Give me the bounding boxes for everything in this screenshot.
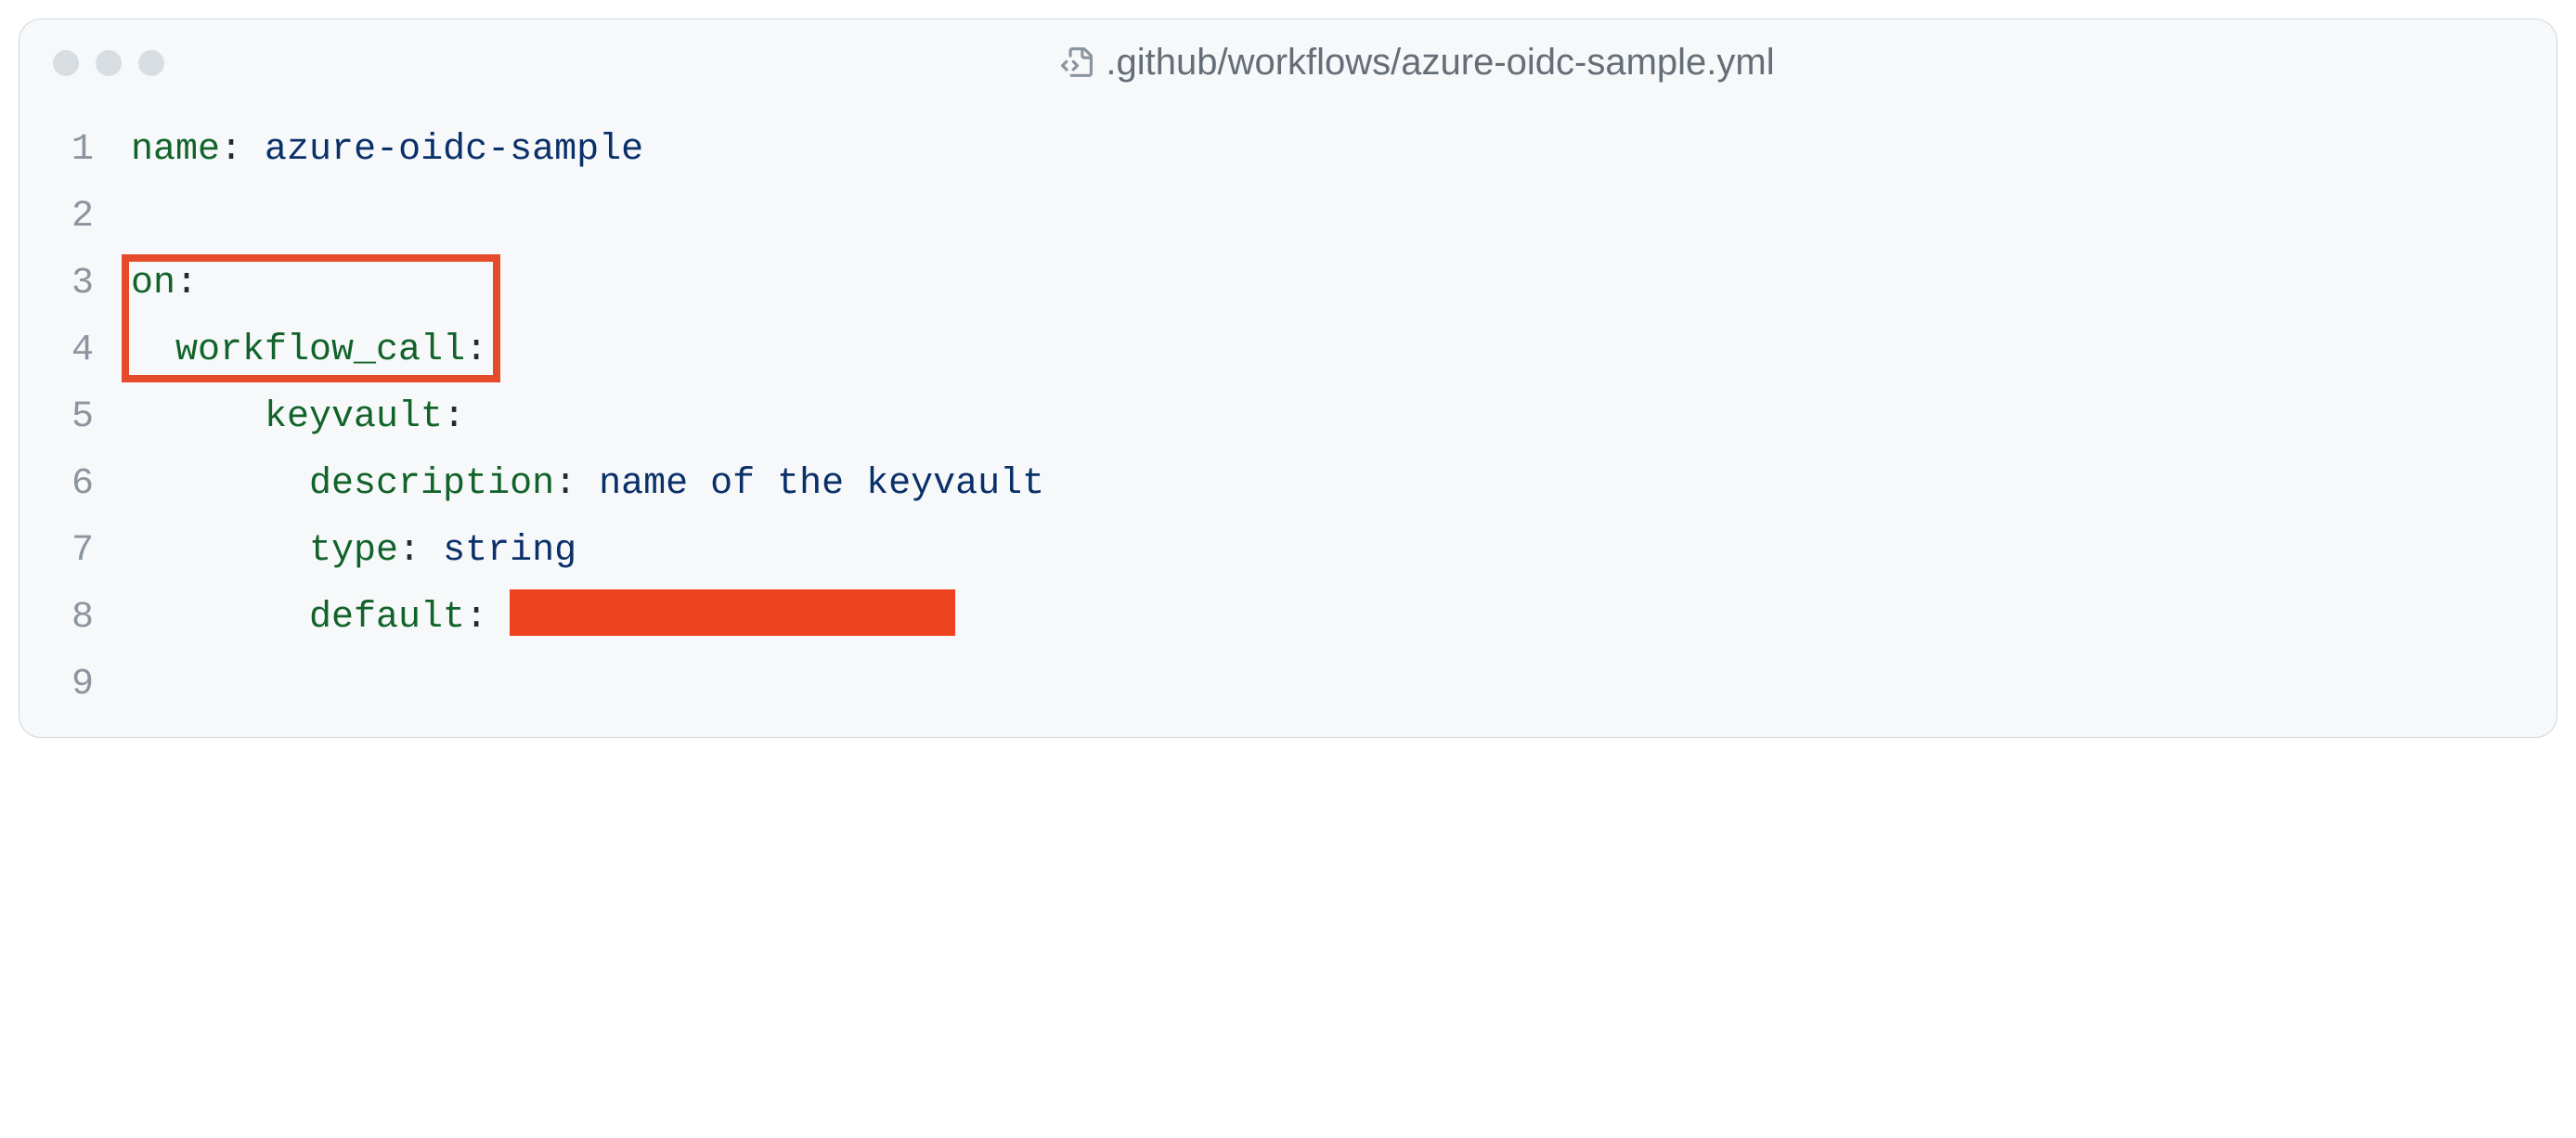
line-number: 2 xyxy=(19,184,131,251)
code-area: 1name: azure-oidc-sample23on:4 workflow_… xyxy=(19,95,2557,737)
window-titlebar: .github/workflows/azure-oidc-sample.yml xyxy=(19,19,2557,95)
code-content: workflow_call: xyxy=(131,317,487,384)
line-number: 7 xyxy=(19,518,131,585)
code-line: 9 xyxy=(19,652,2557,718)
file-path-text: .github/workflows/azure-oidc-sample.yml xyxy=(1106,42,1774,84)
line-number: 4 xyxy=(19,317,131,384)
code-content: default: xyxy=(131,585,955,652)
line-number: 3 xyxy=(19,251,131,317)
zoom-icon[interactable] xyxy=(138,50,164,76)
code-window: .github/workflows/azure-oidc-sample.yml … xyxy=(19,19,2557,738)
line-number: 8 xyxy=(19,585,131,652)
minimize-icon[interactable] xyxy=(96,50,122,76)
code-line: 6 description: name of the keyvault xyxy=(19,451,2557,518)
close-icon[interactable] xyxy=(53,50,79,76)
code-line: 8 default: xyxy=(19,585,2557,652)
code-content: type: string xyxy=(131,518,576,585)
file-path-label: .github/workflows/azure-oidc-sample.yml xyxy=(1061,42,1774,84)
line-number: 6 xyxy=(19,451,131,518)
code-line: 1name: azure-oidc-sample xyxy=(19,117,2557,184)
code-line: 7 type: string xyxy=(19,518,2557,585)
line-number: 9 xyxy=(19,652,131,718)
code-line: 5 keyvault: xyxy=(19,384,2557,451)
code-container: 1name: azure-oidc-sample23on:4 workflow_… xyxy=(19,95,2557,737)
code-content: description: name of the keyvault xyxy=(131,451,1044,518)
window-controls xyxy=(53,50,164,76)
code-line: 2 xyxy=(19,184,2557,251)
code-line: 4 workflow_call: xyxy=(19,317,2557,384)
line-number: 1 xyxy=(19,117,131,184)
code-content: name: azure-oidc-sample xyxy=(131,117,643,184)
file-code-icon xyxy=(1061,45,1093,82)
code-line: 3on: xyxy=(19,251,2557,317)
line-number: 5 xyxy=(19,384,131,451)
redacted-value xyxy=(510,589,955,636)
code-content: on: xyxy=(131,251,198,317)
code-content: keyvault: xyxy=(131,384,465,451)
